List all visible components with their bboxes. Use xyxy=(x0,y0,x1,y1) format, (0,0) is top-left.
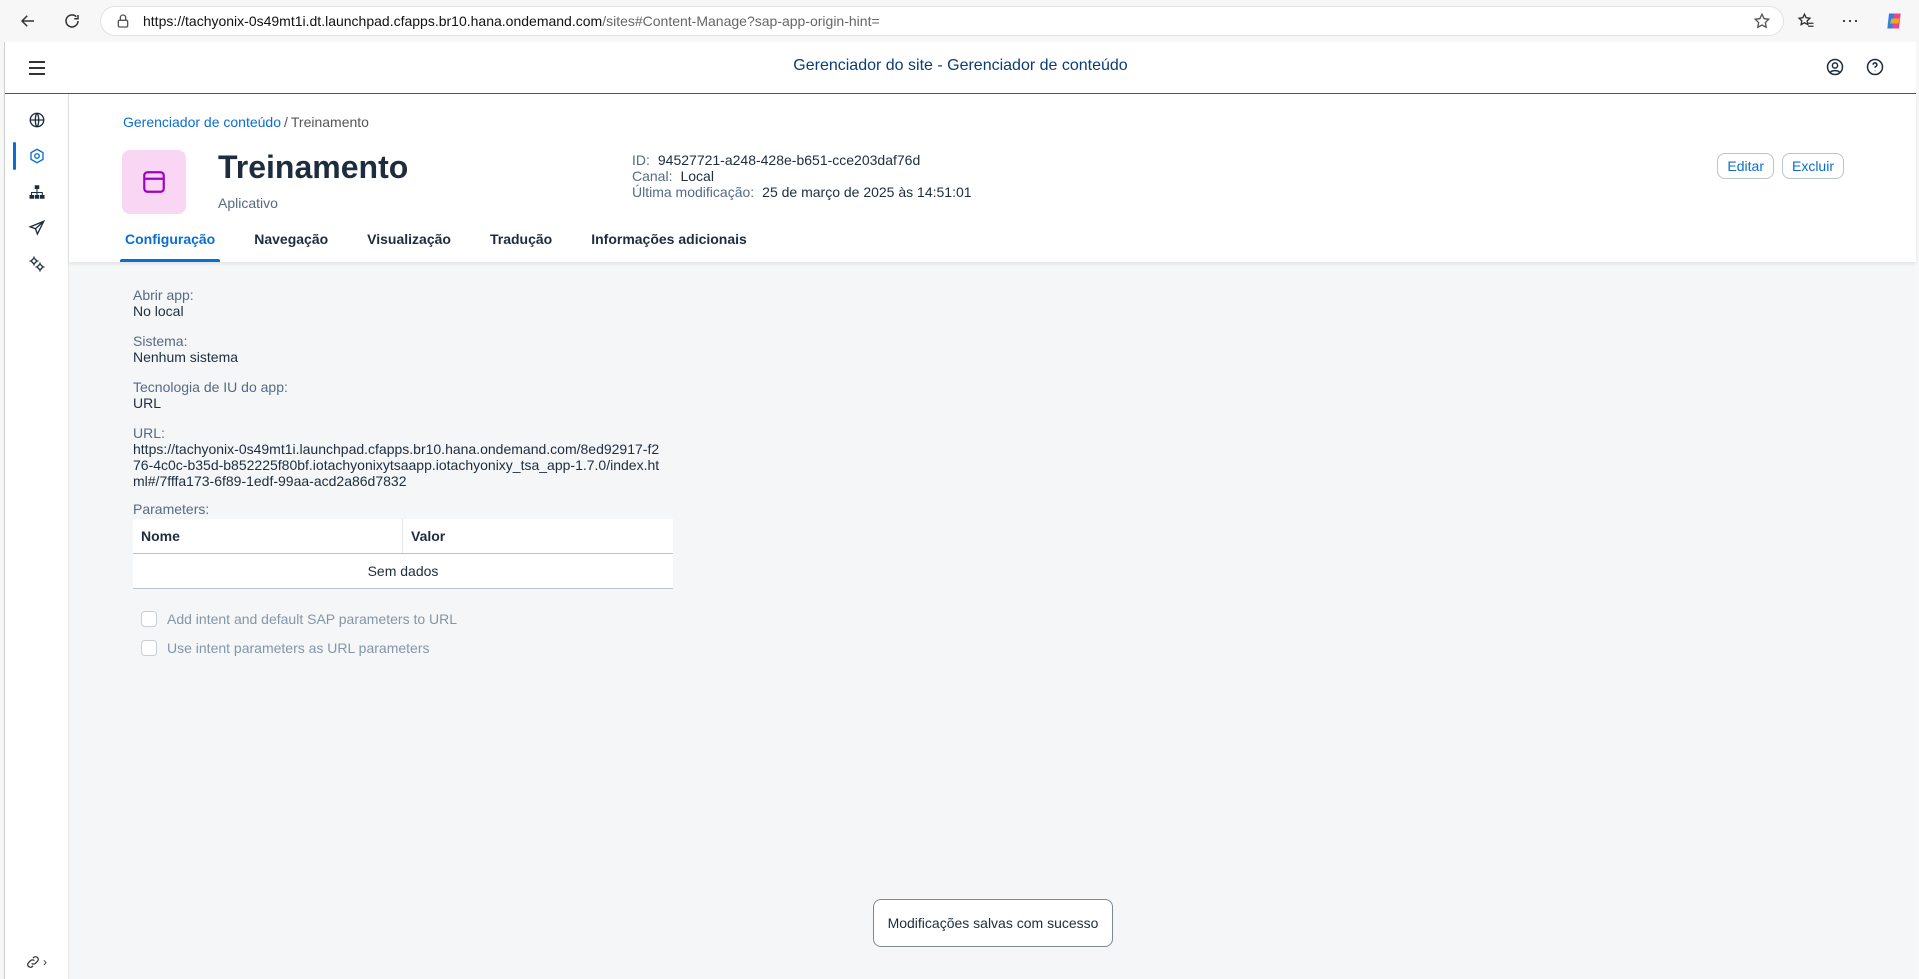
address-bar[interactable]: https://tachyonix-0s49mt1i.dt.launchpad.… xyxy=(100,6,1784,36)
table-header: Nome Valor xyxy=(133,519,673,554)
column-header-name: Nome xyxy=(133,519,403,553)
sidenav-external-link[interactable]: › xyxy=(25,952,57,972)
lock-icon xyxy=(117,14,129,28)
more-options-icon[interactable]: ⋯ xyxy=(1835,6,1865,36)
url-label: URL: xyxy=(133,425,165,441)
intent-params-checkbox[interactable] xyxy=(141,640,157,656)
tab-bar: Configuração Navegação Visualização Trad… xyxy=(119,231,749,262)
settings-gears-icon xyxy=(29,256,45,272)
intent-defaults-label: Add intent and default SAP parameters to… xyxy=(167,611,458,627)
checkbox-row-intent-defaults: Add intent and default SAP parameters to… xyxy=(141,611,893,627)
system-value: Nenhum sistema xyxy=(133,349,239,365)
breadcrumb-link-content-manager[interactable]: Gerenciador de conteúdo xyxy=(123,114,281,130)
object-header: Gerenciador de conteúdo / Treinamento Trei… xyxy=(69,94,1916,262)
field-system: Sistema: Nenhum sistema xyxy=(133,333,893,365)
back-icon[interactable] xyxy=(10,3,46,39)
ui-technology-value: URL xyxy=(133,395,162,411)
tab-additional-info[interactable]: Informações adicionais xyxy=(589,231,749,262)
browser-right-icons: ⋯ xyxy=(1791,6,1919,36)
intent-defaults-checkbox[interactable] xyxy=(141,611,157,627)
field-ui-technology: Tecnologia de IU do app: URL xyxy=(133,379,893,411)
page-subtitle: Aplicativo xyxy=(218,195,278,211)
intent-params-label: Use intent parameters as URL parameters xyxy=(167,640,430,656)
open-app-label: Abrir app: xyxy=(133,287,194,303)
sidenav-hierarchy[interactable] xyxy=(5,174,69,210)
edit-button[interactable]: Editar xyxy=(1717,153,1774,179)
url-value: https://tachyonix-0s49mt1i.launchpad.cfa… xyxy=(133,441,660,489)
help-icon[interactable] xyxy=(1864,56,1886,78)
id-label: ID: xyxy=(632,152,650,168)
browser-toolbar: https://tachyonix-0s49mt1i.dt.launchpad.… xyxy=(0,0,1919,42)
page-title: Treinamento xyxy=(218,149,409,185)
sidenav-settings[interactable] xyxy=(5,246,69,282)
breadcrumb-current: Treinamento xyxy=(290,114,369,130)
sidenav-sites[interactable] xyxy=(5,102,69,138)
url-host: https://tachyonix-0s49mt1i.dt.launchpad.… xyxy=(143,13,603,29)
user-profile-icon[interactable] xyxy=(1824,56,1846,78)
modified-label: Última modificação: xyxy=(632,184,755,200)
breadcrumb-separator: / xyxy=(284,114,288,130)
tab-translation[interactable]: Tradução xyxy=(488,231,554,262)
parameters-label: Parameters: xyxy=(133,501,210,517)
sidenav-transport[interactable] xyxy=(5,210,69,246)
content-cube-icon xyxy=(30,148,44,164)
copilot-icon[interactable] xyxy=(1879,6,1909,36)
header-attributes: ID: 94527721-a248-428e-b651-cce203daf76d … xyxy=(632,152,972,200)
hierarchy-icon xyxy=(29,185,45,199)
ui-technology-label: Tecnologia de IU do app: xyxy=(133,379,288,395)
paper-plane-icon xyxy=(28,219,46,236)
channel-label: Canal: xyxy=(632,168,673,184)
app-window-icon xyxy=(143,171,165,193)
side-navigation: › xyxy=(5,94,69,979)
modified-value: 25 de março de 2025 às 14:51:01 xyxy=(762,184,972,200)
link-icon xyxy=(27,956,39,968)
open-app-value: No local xyxy=(133,303,184,319)
parameters-table: Nome Valor Sem dados xyxy=(133,519,673,589)
system-label: Sistema: xyxy=(133,333,188,349)
tab-navigation[interactable]: Navegação xyxy=(252,231,330,262)
column-header-value: Valor xyxy=(411,528,446,544)
shell-bar: Gerenciador do site - Gerenciador de con… xyxy=(5,42,1916,94)
configuration-fields: Abrir app: No local Sistema: Nenhum sist… xyxy=(133,287,893,656)
field-open-app: Abrir app: No local xyxy=(133,287,893,319)
refresh-icon[interactable] xyxy=(54,3,90,39)
delete-button[interactable]: Excluir xyxy=(1781,153,1844,179)
globe-icon xyxy=(29,112,45,128)
id-value: 94527721-a248-428e-b651-cce203daf76d xyxy=(657,152,921,168)
tab-configuration[interactable]: Configuração xyxy=(119,231,221,262)
success-toast: Modificações salvas com sucesso xyxy=(873,899,1113,947)
favorite-star-icon[interactable] xyxy=(1753,12,1771,30)
breadcrumb: Gerenciador de conteúdo / Treinamento xyxy=(123,114,369,130)
channel-value: Local xyxy=(680,168,714,184)
app-tile xyxy=(122,150,186,214)
shell-title: Gerenciador do site - Gerenciador de con… xyxy=(793,57,1128,74)
favorites-icon[interactable] xyxy=(1791,6,1821,36)
url-path: /sites#Content-Manage?sap-app-origin-hin… xyxy=(602,13,880,29)
field-url: URL: https://tachyonix-0s49mt1i.launchpa… xyxy=(133,425,893,489)
sidenav-content-manager[interactable] xyxy=(5,138,69,174)
table-no-data: Sem dados xyxy=(367,563,439,579)
checkbox-row-intent-params: Use intent parameters as URL parameters xyxy=(141,640,893,656)
chevron-right-icon: › xyxy=(43,955,47,969)
tab-visualization[interactable]: Visualização xyxy=(365,231,453,262)
